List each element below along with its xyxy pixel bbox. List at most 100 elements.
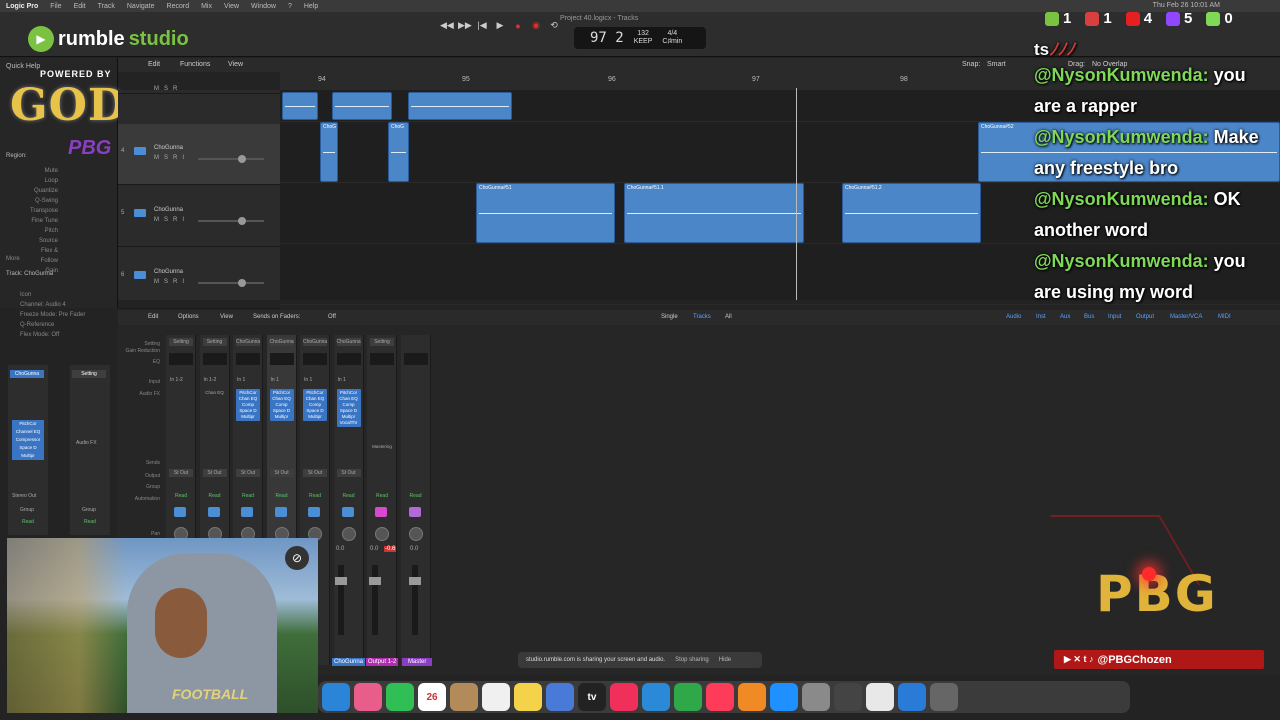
dock-safari-icon[interactable]: Safari <box>898 683 926 711</box>
dock-facetime-icon[interactable]: FaceTime <box>386 683 414 711</box>
record-enable-button[interactable]: R <box>173 279 177 285</box>
dock-news-icon[interactable]: News <box>706 683 734 711</box>
strip-eq-thumbnail[interactable] <box>303 353 327 365</box>
snap-mode-select[interactable]: Smart <box>987 61 1006 68</box>
input-monitor-button[interactable]: I <box>182 217 184 223</box>
tracks-functions-menu[interactable]: Functions <box>180 61 210 68</box>
record-enable-button[interactable]: R <box>173 217 177 223</box>
volume-fader[interactable] <box>369 565 381 635</box>
filter-audio[interactable]: Audio <box>1006 314 1021 320</box>
stop-sharing-button[interactable]: Stop sharing <box>675 657 709 663</box>
strip-track-icon[interactable] <box>408 507 421 517</box>
solo-button[interactable]: S <box>164 279 168 285</box>
strip-setting-button[interactable]: ChoGunna <box>336 338 361 346</box>
capture-record-button[interactable]: ◉ <box>530 20 542 31</box>
dock-photos-icon[interactable]: Photos <box>354 683 382 711</box>
dock-notes-icon[interactable]: Notes <box>514 683 542 711</box>
dock-freeform-icon[interactable]: Freeform <box>546 683 574 711</box>
tracks-view-button[interactable]: Tracks <box>693 314 711 320</box>
audio-region[interactable]: ChoG <box>388 122 409 182</box>
strip-eq-thumbnail[interactable] <box>269 353 294 365</box>
menu-extra[interactable]: ? <box>288 3 292 10</box>
strip-track-icon[interactable] <box>341 507 354 517</box>
strip-name-master[interactable]: Master <box>402 658 433 666</box>
strip-output-slot[interactable]: St Out <box>236 469 260 477</box>
menu-file[interactable]: File <box>50 3 61 10</box>
solo-button[interactable]: S <box>164 86 168 92</box>
strip-setting-button[interactable]: Setting <box>202 338 227 346</box>
lcd-display[interactable]: 97 2 132 KEEP 4/4 C♯min <box>574 27 706 49</box>
playhead[interactable] <box>796 88 797 300</box>
strip-input-slot[interactable]: In 1 <box>271 377 279 383</box>
menu-record[interactable]: Record <box>167 3 190 10</box>
tracks-edit-menu[interactable]: Edit <box>148 61 160 68</box>
more-toggle[interactable]: More <box>6 256 20 262</box>
strip-input-slot[interactable]: In 1 <box>237 377 245 383</box>
filter-midi[interactable]: MIDI <box>1218 314 1231 320</box>
track-header-partial[interactable]: M S R <box>118 84 280 94</box>
dock-pages-icon[interactable]: Pages <box>738 683 766 711</box>
strip-pan-knob[interactable] <box>341 527 356 541</box>
strip-eq-thumbnail[interactable] <box>169 353 193 365</box>
track-volume-slider[interactable] <box>198 217 264 225</box>
mute-button[interactable]: M <box>154 155 159 161</box>
strip-automation-mode[interactable]: Read <box>404 493 428 500</box>
strip-eq-thumbnail[interactable] <box>236 353 260 365</box>
strip-setting-button[interactable]: ChoGunna <box>269 338 294 346</box>
inspector-strip-fx[interactable]: PitchCor Channel EQ Compressor Space D M… <box>12 420 44 460</box>
strip-pan-knob[interactable] <box>375 527 389 541</box>
dock-settings-icon[interactable]: Settings <box>802 683 830 711</box>
record-button[interactable]: ● <box>512 21 524 31</box>
strip-setting-button[interactable]: Setting <box>169 338 193 346</box>
inspector-strip-automation[interactable]: Read <box>22 519 34 525</box>
filter-aux[interactable]: Aux <box>1060 314 1070 320</box>
filter-inst[interactable]: Inst <box>1036 314 1046 320</box>
mute-button[interactable]: M <box>154 86 159 92</box>
strip-automation-mode[interactable]: Read <box>337 493 361 500</box>
filter-bus[interactable]: Bus <box>1084 314 1094 320</box>
strip-audio-fx[interactable]: PitchCor Chan EQ Comp Space D Multipr <box>303 389 327 421</box>
track-volume-slider[interactable] <box>198 155 264 163</box>
mute-button[interactable]: M <box>154 279 159 285</box>
strip-output-slot[interactable]: St Out <box>336 469 361 477</box>
filter-master-vca[interactable]: Master/VCA <box>1170 314 1202 320</box>
dock-tv-icon[interactable]: tv <box>578 683 606 711</box>
region-inspector-label[interactable]: Region: <box>6 153 27 159</box>
audio-region[interactable]: ChoGunna#51.2 <box>842 183 981 243</box>
strip-eq-thumbnail[interactable] <box>202 353 227 365</box>
strip-automation-mode[interactable]: Read <box>236 493 260 500</box>
menu-view[interactable]: View <box>224 3 239 10</box>
dock-app-store-icon[interactable]: App Store <box>770 683 798 711</box>
dock-numbers-icon[interactable]: Numbers <box>674 683 702 711</box>
strip-audio-fx[interactable]: PitchCor Chan EQ Comp Space D Multipr <box>236 389 260 421</box>
dock-26-icon[interactable]: 26 <box>418 683 446 711</box>
strip-input-slot[interactable]: In 1-2 <box>170 377 183 383</box>
inspector-strip-name[interactable]: ChoGunna <box>10 370 44 378</box>
dock-finder-icon[interactable]: Finder <box>322 683 350 711</box>
go-to-start-button[interactable]: |◀ <box>476 20 488 31</box>
strip-output-slot[interactable]: St Out <box>169 469 193 477</box>
strip-track-icon[interactable] <box>274 507 287 517</box>
mute-button[interactable]: M <box>154 217 159 223</box>
inspector-output-group[interactable]: Group <box>82 507 96 513</box>
strip-automation-mode[interactable]: Read <box>169 493 193 500</box>
volume-fader[interactable] <box>409 565 421 635</box>
strip-automation-mode[interactable]: Read <box>270 493 294 500</box>
audio-region[interactable]: ChoG <box>320 122 338 182</box>
strip-output-slot[interactable]: St Out <box>269 469 294 477</box>
dock-music-icon[interactable]: Music <box>610 683 638 711</box>
audio-region[interactable] <box>408 92 512 120</box>
tracks-view-menu[interactable]: View <box>228 61 243 68</box>
strip-automation-mode[interactable]: Read <box>303 493 327 500</box>
strip-output-slot[interactable]: St Out <box>303 469 327 477</box>
strip-setting-button[interactable]: Setting <box>370 338 394 346</box>
mixer-edit-menu[interactable]: Edit <box>148 314 158 320</box>
strip-setting-button[interactable]: ChoGunna <box>303 338 327 346</box>
track-volume-slider[interactable] <box>198 279 264 287</box>
strip-audio-fx[interactable]: PitchCor Chan EQ Comp Space D Multipr Vo… <box>336 389 361 427</box>
inspector-output-automation[interactable]: Read <box>84 519 96 525</box>
inspector-output-fx[interactable]: Audio FX <box>76 440 97 446</box>
menu-help[interactable]: Help <box>304 3 318 10</box>
strip-track-icon[interactable] <box>207 507 220 517</box>
dock-contacts-icon[interactable]: Contacts <box>450 683 478 711</box>
